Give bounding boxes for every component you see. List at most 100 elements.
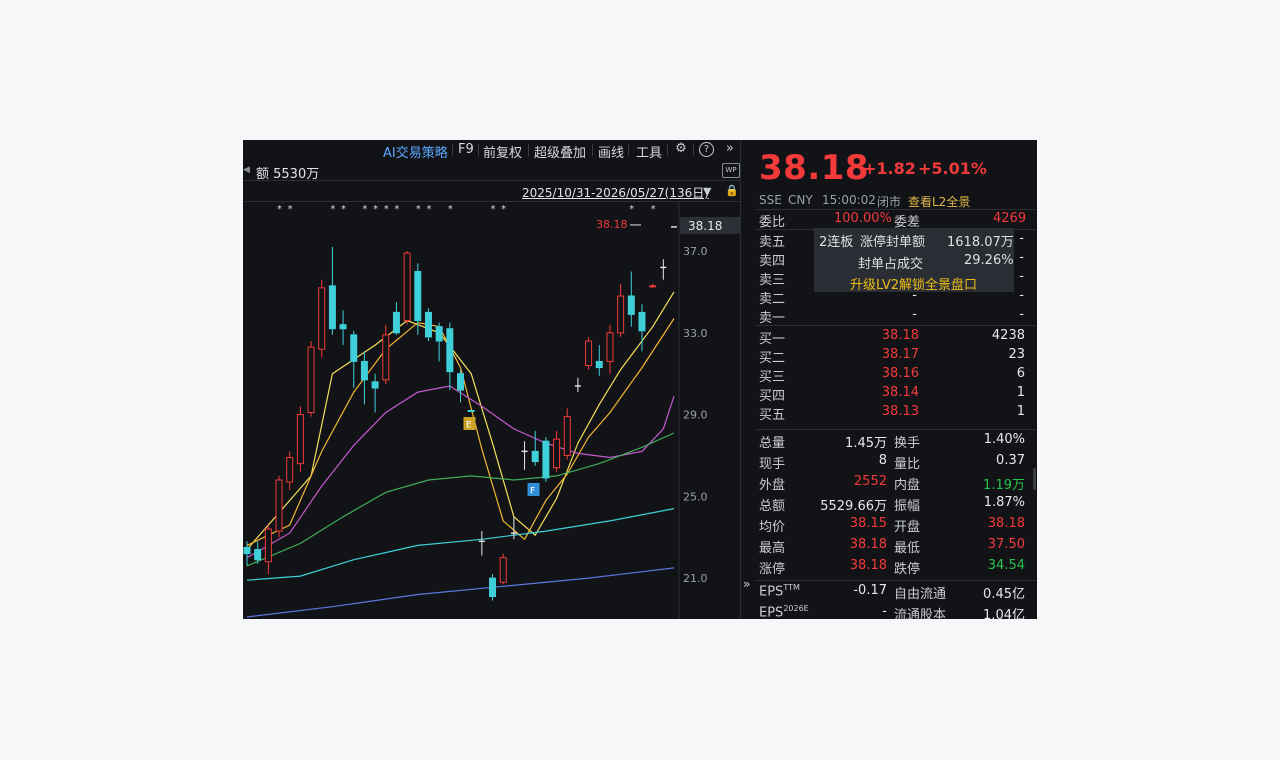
currency-code: CNY: [788, 193, 813, 207]
stat-label: 量比: [894, 457, 921, 472]
stat-value: 38.18: [987, 516, 1025, 531]
bid-level-label: 买三: [759, 370, 786, 385]
stat-value: 5529.66万: [820, 499, 887, 514]
moving-average-line: [246, 432, 675, 567]
candle-body: [435, 326, 443, 342]
stat-value: 8: [878, 453, 887, 468]
ask-level-label: 卖一: [759, 311, 786, 326]
bid-volume: 6: [1016, 366, 1025, 381]
fundamental-label: EPS2026E: [759, 604, 809, 619]
divider: [755, 580, 1037, 581]
limit-streak: 2连板: [819, 235, 854, 250]
stat-label: 总量: [759, 436, 786, 451]
candle-body: [296, 414, 304, 465]
bid-level-label: 买四: [759, 389, 786, 404]
app-frame: AI交易策略 F9 前复权 超级叠加 画线 工具 ⚙ ? » ◀ 额 5530万…: [243, 140, 1037, 619]
bid-level-label: 买一: [759, 332, 786, 347]
event-marker-f-label: F: [530, 487, 535, 497]
bid-row: 买二 38.17 23: [755, 347, 1037, 366]
candle-body: [585, 340, 593, 367]
fundamental-value: 1.04亿: [983, 608, 1025, 619]
order-diff-value: 4269: [993, 211, 1027, 226]
event-marker-e-label: E: [466, 421, 472, 431]
fundamental-label-sup: TTM: [783, 583, 800, 592]
seal-amount-label: 涨停封单额: [860, 235, 926, 250]
event-star-marker: *: [341, 204, 346, 215]
bid-price: 38.13: [881, 404, 919, 419]
stat-value: 1.45万: [845, 436, 887, 451]
last-price-axis-label: 38.18: [688, 219, 722, 233]
stat-row: 最高 38.18 最低 37.50: [755, 537, 1037, 556]
candle-body: [457, 373, 464, 391]
candlestick-chart[interactable]: 37.0 33.0 29.0 25.0 21.0 * * * * * * * * * * * * * * * E F 38.…: [243, 140, 740, 619]
stat-label: 外盘: [759, 478, 786, 493]
candle-body: [403, 252, 411, 322]
stat-label: 开盘: [894, 520, 921, 535]
stat-value: 38.18: [849, 558, 887, 573]
ask-level-label: 卖四: [759, 254, 786, 269]
stat-label: 最高: [759, 541, 786, 556]
candle-body: [553, 438, 561, 469]
ask-volume: -: [1019, 307, 1024, 322]
price-change-percent: +5.01%: [918, 159, 987, 178]
candle-body: [563, 416, 571, 456]
bid-volume: 4238: [991, 328, 1025, 343]
order-ratio-label: 委比: [759, 215, 786, 230]
stat-value: 38.15: [849, 516, 887, 531]
kline-panel[interactable]: AI交易策略 F9 前复权 超级叠加 画线 工具 ⚙ ? » ◀ 额 5530万…: [243, 140, 740, 619]
event-star-marker: *: [501, 204, 506, 215]
stat-label: 换手: [894, 436, 921, 451]
divider: [755, 325, 1037, 326]
y-tick-label: 21.0: [683, 572, 708, 585]
candle-body: [638, 311, 646, 332]
candle-body: [489, 577, 497, 598]
ask-volume: -: [1019, 231, 1024, 246]
candle-body: [360, 360, 368, 381]
event-star-marker: *: [384, 204, 389, 215]
ask-volume: -: [1019, 250, 1024, 265]
divider: [755, 429, 1037, 430]
stat-label: 涨停: [759, 562, 786, 577]
ask-volume: -: [1019, 269, 1024, 284]
candle-body: [243, 546, 251, 555]
candle-body: [350, 334, 358, 362]
stat-row: 均价 38.15 开盘 38.18: [755, 516, 1037, 535]
bid-row: 买五 38.13 1: [755, 404, 1037, 423]
last-price-annotation: 38.18: [596, 218, 628, 231]
candle-body: [542, 440, 550, 479]
panel-splitter[interactable]: [740, 140, 756, 619]
event-star-marker: *: [448, 204, 453, 215]
stat-row: 总额 5529.66万 振幅 1.87%: [755, 495, 1037, 514]
panel-scrollbar[interactable]: [1033, 468, 1036, 490]
fundamental-value: 0.45亿: [983, 587, 1025, 602]
y-tick-label: 37.0: [683, 245, 708, 258]
candle-body: [499, 557, 507, 583]
candle-body: [649, 285, 657, 288]
y-tick-label: 33.0: [683, 327, 708, 340]
ask-level-label: 卖三: [759, 273, 786, 288]
upgrade-lv2-link[interactable]: 升级LV2解锁全景盘口: [850, 274, 977, 293]
fundamental-label: EPSTTM: [759, 583, 800, 600]
expand-arrow-icon[interactable]: »: [743, 577, 750, 591]
ask-price: -: [912, 307, 917, 322]
limit-up-overlay: 2连板 涨停封单额 1618.07万 封单占成交 29.26% 升级LV2解锁全…: [814, 228, 1014, 293]
bid-row: 买三 38.16 6: [755, 366, 1037, 385]
seal-ratio-label: 封单占成交: [858, 257, 924, 272]
bid-row: 买四 38.14 1: [755, 385, 1037, 404]
stat-label: 现手: [759, 457, 786, 472]
event-star-marker: *: [288, 204, 293, 215]
quote-time: 15:00:02: [822, 193, 876, 207]
candle-body: [424, 311, 432, 338]
bid-price: 38.18: [881, 328, 919, 343]
bid-level-label: 买二: [759, 351, 786, 366]
candle-body: [531, 450, 539, 463]
last-price: 38.18: [759, 148, 870, 188]
ask-volume: -: [1019, 288, 1024, 303]
bid-price: 38.16: [881, 366, 919, 381]
bid-row: 买一 38.18 4238: [755, 328, 1037, 347]
divider: [755, 209, 1037, 210]
candle-body: [606, 332, 614, 362]
view-l2-link[interactable]: 查看L2全景: [908, 193, 970, 210]
stat-value: 2552: [853, 474, 887, 489]
event-star-marker: *: [416, 204, 421, 215]
